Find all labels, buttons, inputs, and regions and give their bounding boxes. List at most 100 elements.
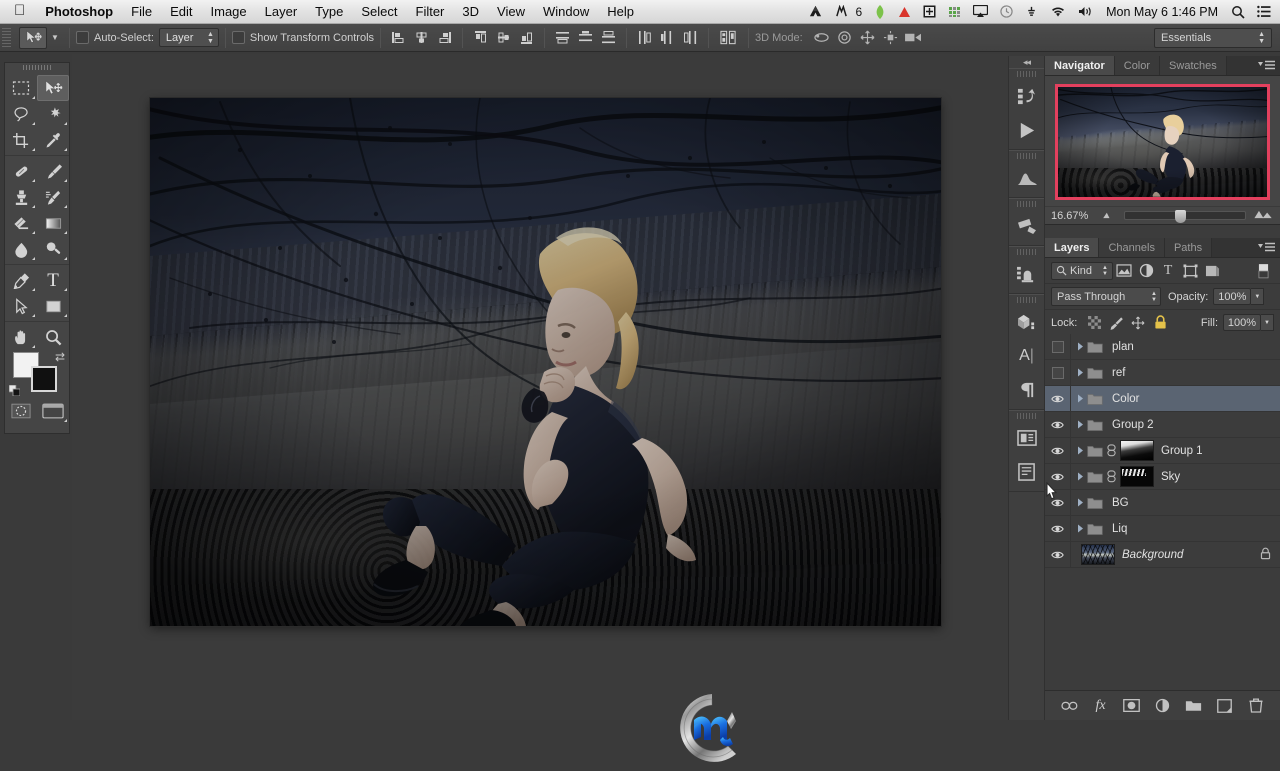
lasso-tool[interactable] (5, 101, 37, 127)
drag-3d-object-button[interactable] (857, 27, 878, 48)
quick-mask-icon[interactable] (5, 398, 37, 424)
menu-window[interactable]: Window (534, 0, 598, 24)
layer-name-label[interactable]: Group 2 (1112, 419, 1154, 431)
crop-tool[interactable] (5, 127, 37, 153)
menu-select[interactable]: Select (352, 0, 406, 24)
equalizer-icon[interactable] (942, 5, 967, 18)
lock-position-icon[interactable] (1127, 313, 1149, 333)
layer-name-label[interactable]: Background (1122, 549, 1183, 561)
actions-play-icon[interactable] (1009, 113, 1044, 147)
navigator-zoom-slider-thumb[interactable] (1175, 210, 1186, 223)
layer-name-label[interactable]: Sky (1161, 471, 1180, 483)
clock-icon[interactable] (994, 5, 1019, 18)
group-disclosure-triangle-icon[interactable] (1075, 524, 1085, 533)
options-bar-grip[interactable] (2, 28, 11, 48)
blend-mode-dropdown[interactable]: Pass Through ▲▼ (1051, 287, 1161, 306)
menu-view[interactable]: View (488, 0, 534, 24)
align-top-edges-button[interactable] (470, 27, 491, 48)
new-adjustment-layer-icon[interactable] (1154, 697, 1172, 715)
zoom-tool[interactable] (37, 324, 69, 350)
keyboard-icon[interactable] (1019, 5, 1044, 18)
distribute-left-edges-button[interactable] (634, 27, 655, 48)
dock-grip[interactable] (1017, 413, 1036, 419)
distribute-right-edges-button[interactable] (680, 27, 701, 48)
layer-name-label[interactable]: Color (1112, 393, 1139, 405)
align-bottom-edges-button[interactable] (516, 27, 537, 48)
move-tool-indicator[interactable] (19, 27, 47, 49)
dock-grip[interactable] (1017, 153, 1036, 159)
slide-3d-object-button[interactable] (880, 27, 901, 48)
layer-thumbnail[interactable] (1081, 544, 1115, 565)
layer-row-plan[interactable]: plan (1045, 334, 1280, 360)
layer-visibility-toggle[interactable] (1045, 438, 1071, 463)
delete-layer-icon[interactable] (1247, 697, 1265, 715)
opacity-value-field[interactable]: 100% (1213, 288, 1251, 305)
layer-row-liq[interactable]: Liq (1045, 516, 1280, 542)
document-window[interactable] (150, 98, 941, 626)
layer-name-label[interactable]: Group 1 (1161, 445, 1203, 457)
3d-icon[interactable] (1009, 305, 1044, 339)
adjustments-icon[interactable] (1009, 209, 1044, 243)
panel-menu-icon[interactable] (1258, 60, 1276, 71)
rectangular-marquee-tool[interactable] (5, 75, 37, 101)
layer-row-sky[interactable]: Sky (1045, 464, 1280, 490)
eyedropper-tool[interactable] (37, 127, 69, 153)
menu-file[interactable]: File (122, 0, 161, 24)
quick-selection-tool[interactable] (37, 101, 69, 127)
zoom-out-mountains-icon[interactable] (1102, 210, 1117, 222)
layer-visibility-toggle[interactable] (1045, 334, 1071, 359)
leaf-icon[interactable] (868, 5, 892, 19)
navigator-thumbnail-area[interactable] (1045, 76, 1280, 206)
filter-smart-object-icon[interactable] (1201, 261, 1223, 281)
tab-layers[interactable]: Layers (1045, 238, 1099, 257)
menu-edit[interactable]: Edit (161, 0, 201, 24)
hand-tool[interactable] (5, 324, 37, 350)
menu-help[interactable]: Help (598, 0, 643, 24)
align-right-edges-button[interactable] (434, 27, 455, 48)
character-icon[interactable]: A| (1009, 339, 1044, 373)
horizontal-type-tool[interactable]: T (37, 267, 69, 293)
lock-all-icon[interactable] (1149, 313, 1171, 333)
menu-filter[interactable]: Filter (407, 0, 454, 24)
filter-pixel-icon[interactable] (1113, 261, 1135, 281)
mask-link-icon[interactable] (1106, 470, 1117, 483)
clone-stamp-tool[interactable] (5, 184, 37, 210)
new-layer-icon[interactable] (1216, 697, 1234, 715)
canvas-work-area[interactable] (72, 54, 1008, 720)
menu-layer[interactable]: Layer (256, 0, 307, 24)
auto-select-scope-dropdown[interactable]: Layer ▲▼ (159, 28, 219, 47)
tab-color[interactable]: Color (1115, 56, 1160, 75)
zoom-in-mountains-icon[interactable] (1253, 209, 1274, 222)
filter-adjustment-icon[interactable] (1135, 261, 1157, 281)
distribute-bottom-edges-button[interactable] (598, 27, 619, 48)
group-disclosure-triangle-icon[interactable] (1075, 342, 1085, 351)
spot-healing-brush-tool[interactable] (5, 158, 37, 184)
tab-paths[interactable]: Paths (1165, 238, 1212, 257)
screen-icon[interactable] (917, 5, 942, 18)
roll-3d-object-button[interactable] (834, 27, 855, 48)
menu-type[interactable]: Type (306, 0, 352, 24)
tool-preset-chevron-icon[interactable]: ▼ (47, 33, 63, 42)
layer-filter-kind-dropdown[interactable]: Kind ▲▼ (1051, 262, 1113, 280)
layer-row-group-1[interactable]: Group 1 (1045, 438, 1280, 464)
screen-mode-icon[interactable] (37, 398, 69, 424)
swap-colors-icon[interactable]: ⇄ (55, 350, 65, 364)
menu-image[interactable]: Image (202, 0, 256, 24)
menu-bar-clock[interactable]: Mon May 6 1:46 PM (1099, 5, 1225, 19)
distribute-horizontal-centers-button[interactable] (657, 27, 678, 48)
layer-name-label[interactable]: Liq (1112, 523, 1127, 535)
menu-3d[interactable]: 3D (453, 0, 488, 24)
triangle-icon[interactable] (892, 6, 917, 18)
layer-row-bg[interactable]: BG (1045, 490, 1280, 516)
info-icon[interactable] (1009, 455, 1044, 489)
navigator-zoom-slider[interactable] (1124, 211, 1246, 220)
filter-enable-toggle[interactable] (1252, 261, 1274, 281)
add-layer-mask-icon[interactable] (1123, 697, 1141, 715)
dock-grip[interactable] (1017, 71, 1036, 77)
apple-menu[interactable]:  (0, 3, 36, 18)
notes-icon[interactable] (1009, 421, 1044, 455)
auto-select-checkbox[interactable] (76, 31, 89, 44)
opacity-stepper[interactable]: ▼ (1251, 288, 1264, 305)
distribute-vertical-centers-button[interactable] (575, 27, 596, 48)
layer-mask-thumbnail[interactable] (1120, 440, 1154, 461)
